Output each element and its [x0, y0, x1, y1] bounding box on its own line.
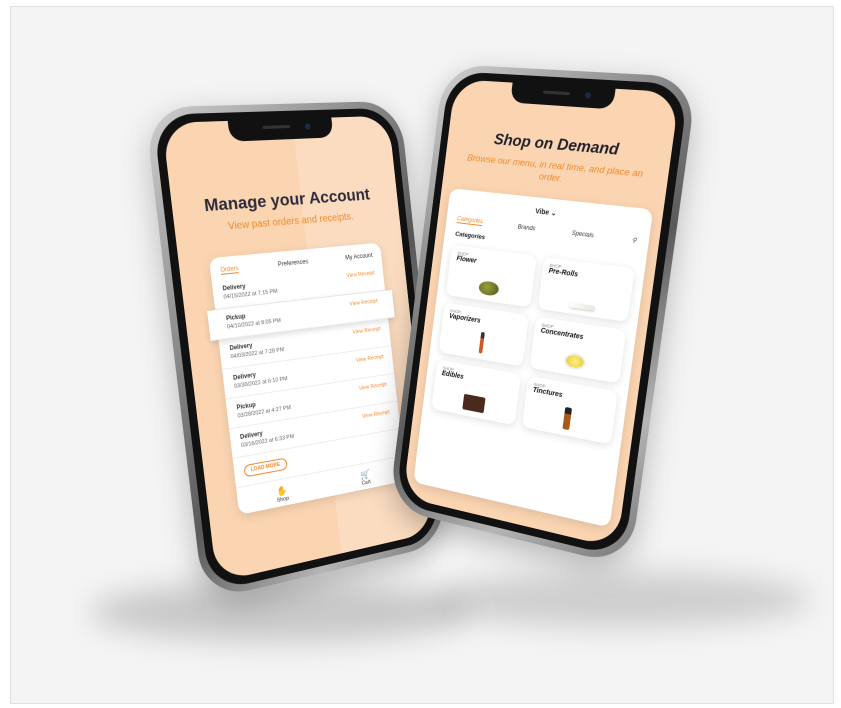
category-tile-vaporizers[interactable]: SHOP Vaporizers [438, 302, 529, 367]
tincture-image [562, 406, 573, 431]
tab-my-account[interactable]: My Account [345, 253, 373, 262]
mockup-frame: Manage your Account View past orders and… [10, 6, 834, 704]
concentrate-image [563, 351, 587, 372]
view-receipt-link[interactable]: View Receipt [362, 409, 390, 419]
orders-card: Orders Preferences My Account Delivery 04… [207, 242, 407, 518]
flower-image [477, 280, 500, 297]
tab-preferences[interactable]: Preferences [278, 259, 309, 269]
left-phone-shadow [91, 582, 471, 642]
categories-grid: SHOP Flower SHOP Pre-Rolls SHOP Vaporize… [422, 240, 645, 451]
category-tile-flower[interactable]: SHOP Flower [445, 244, 537, 308]
left-phone: Manage your Account View past orders and… [144, 100, 448, 602]
edible-image [462, 393, 486, 414]
right-phone-bezel: Shop on Demand Browse our menu, in real … [395, 71, 690, 559]
tab-orders[interactable]: Orders [220, 265, 240, 275]
nav-cart-label: Cart [361, 479, 372, 487]
store-name: Vibe [534, 208, 550, 217]
left-phone-bezel: Manage your Account View past orders and… [152, 107, 441, 593]
view-receipt-link[interactable]: View Receipt [356, 354, 384, 364]
view-receipt-link[interactable]: View Receipt [346, 270, 375, 279]
right-phone-notch [509, 80, 616, 110]
category-tile-edibles[interactable]: SHOP Edibles [431, 359, 521, 426]
chevron-down-icon: ⌄ [550, 210, 557, 218]
tab-brands[interactable]: Brands [517, 224, 535, 232]
nav-shop-label: Shop [276, 495, 290, 505]
category-tile-pre-rolls[interactable]: SHOP Pre-Rolls [536, 256, 635, 323]
view-receipt-link[interactable]: View Receipt [352, 326, 381, 335]
pre-roll-image [569, 302, 596, 312]
shop-card: Vibe ⌄ Categories Brands Specials ⚲ Cate… [413, 188, 654, 528]
tab-categories[interactable]: Categories [456, 216, 484, 227]
right-phone-screen: Shop on Demand Browse our menu, in real … [402, 79, 680, 549]
right-phone-shadow [431, 572, 811, 627]
load-more-button[interactable]: LOAD MORE [243, 457, 288, 478]
left-phone-screen: Manage your Account View past orders and… [161, 115, 434, 583]
category-tile-concentrates[interactable]: SHOP Concentrates [529, 316, 627, 384]
nav-cart[interactable]: 🛒 Cart [360, 469, 372, 487]
view-receipt-link[interactable]: View Receipt [359, 382, 387, 392]
right-phone: Shop on Demand Browse our menu, in real … [388, 63, 698, 567]
search-icon[interactable]: ⚲ [632, 237, 637, 245]
tab-specials[interactable]: Specials [571, 230, 594, 239]
vaporizer-image [478, 331, 485, 354]
left-phone-notch [227, 115, 334, 142]
category-tile-tinctures[interactable]: SHOP Tinctures [521, 375, 618, 445]
view-receipt-link[interactable]: View Receipt [349, 298, 378, 307]
nav-shop[interactable]: ✋ Shop [275, 485, 289, 504]
